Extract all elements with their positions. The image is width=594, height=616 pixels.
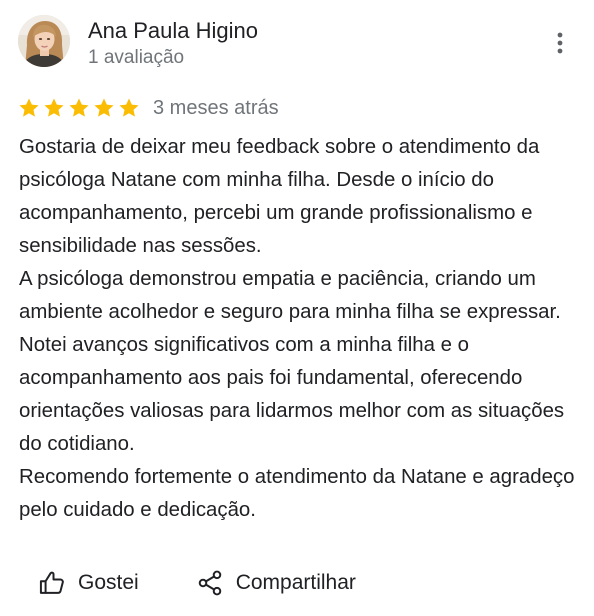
author-name[interactable]: Ana Paula Higino — [88, 18, 258, 44]
more-options-button[interactable] — [548, 28, 572, 58]
avatar[interactable] — [18, 15, 70, 67]
star-icon — [44, 98, 64, 117]
more-vert-icon — [557, 32, 563, 54]
star-icon — [94, 98, 114, 117]
star-icon — [19, 98, 39, 117]
review-header: Ana Paula Higino 1 avaliação — [18, 14, 578, 70]
star-icon — [119, 98, 139, 117]
rating-row: 3 meses atrás — [18, 94, 279, 122]
author-review-count: 1 avaliação — [88, 47, 185, 68]
user-photo-icon — [18, 15, 70, 67]
thumbs-up-icon — [39, 571, 64, 594]
review-card: Ana Paula Higino 1 avaliação 3 meses atr… — [0, 0, 594, 616]
star-icon — [69, 98, 89, 117]
review-date: 3 meses atrás — [153, 97, 279, 119]
share-button[interactable]: Compartilhar — [196, 566, 356, 600]
review-actions: Gostei Compartilhar — [38, 566, 356, 600]
share-icon — [198, 570, 221, 596]
like-label: Gostei — [78, 571, 139, 594]
review-text: Gostaria de deixar meu feedback sobre o … — [19, 136, 575, 521]
like-button[interactable]: Gostei — [38, 566, 139, 600]
star-rating — [18, 97, 140, 119]
share-label: Compartilhar — [235, 571, 356, 594]
